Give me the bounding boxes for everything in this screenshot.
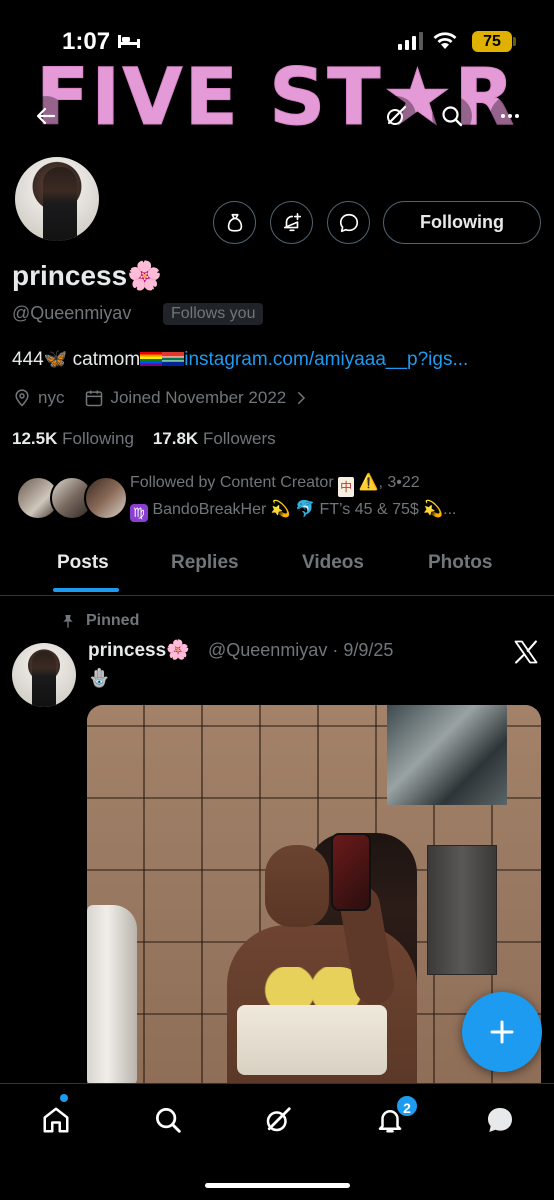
post-emoji-line: 🪬	[88, 668, 111, 688]
followed-by-line1-suffix: ⚠️, 3•22	[358, 474, 420, 491]
followed-by-line1: Followed by Content Creator	[130, 474, 334, 491]
profile-meta: nyc Joined November 2022	[12, 388, 310, 408]
arrow-left-icon	[36, 107, 56, 125]
followers-stat[interactable]: 17.8K Followers	[153, 429, 276, 448]
nav-grok[interactable]	[258, 1100, 298, 1140]
followers-label: Followers	[202, 429, 276, 448]
pinned-text: Pinned	[86, 612, 140, 629]
sleep-mode-icon	[118, 35, 140, 48]
chevron-right-icon[interactable]	[292, 389, 310, 407]
active-tab-indicator	[53, 588, 119, 592]
back-button[interactable]	[26, 96, 66, 136]
rainbow-flag-icon	[140, 352, 163, 366]
joined-date: Joined November 2022	[110, 388, 287, 407]
nav-messages[interactable]	[480, 1100, 520, 1140]
profile-header: FIVE ST★R	[0, 58, 554, 168]
bell-plus-icon	[283, 212, 301, 231]
following-button[interactable]: Following	[383, 201, 541, 244]
avatar-figure	[43, 167, 77, 241]
tab-videos[interactable]: Videos	[302, 552, 364, 574]
battery-indicator: 75	[472, 31, 512, 52]
search-icon	[442, 106, 463, 127]
grok-button[interactable]	[376, 96, 416, 136]
avatar-figure	[32, 651, 56, 707]
chat-bubble-icon	[488, 1108, 512, 1132]
user-handle: @Queenmiyav	[12, 303, 132, 323]
following-label: Following	[62, 429, 134, 448]
bio-text: 444🦋 catmom	[12, 349, 141, 370]
person-face	[265, 845, 329, 927]
more-options-button[interactable]	[490, 96, 530, 136]
plus-icon	[490, 1020, 514, 1044]
post-author-avatar[interactable]	[12, 643, 76, 707]
x-logo-icon[interactable]	[512, 638, 540, 666]
home-indicator	[205, 1183, 350, 1188]
compose-button[interactable]	[462, 992, 542, 1072]
post-author-name[interactable]: princess🌸	[88, 638, 190, 662]
pinned-label: Pinned	[60, 612, 139, 630]
notifications-toggle-button[interactable]	[270, 201, 313, 244]
white-top	[237, 1005, 387, 1075]
followed-by-line2: BandoBreakHer 💫 🐬 FT’s 45 & 75$ 💫...	[152, 501, 457, 518]
urinal	[87, 905, 137, 1085]
location-text: nyc	[38, 388, 65, 407]
wall-picture	[387, 705, 507, 805]
mutual-avatar	[84, 476, 128, 520]
post-meta: @Queenmiyav · 9/9/25	[208, 640, 394, 660]
following-count: 12.5K	[12, 429, 58, 448]
tip-button[interactable]	[213, 201, 256, 244]
search-button[interactable]	[432, 96, 472, 136]
ellipsis-icon	[501, 114, 519, 118]
virgo-icon: ♍	[130, 504, 148, 522]
tab-posts[interactable]: Posts	[57, 552, 109, 574]
pin-icon	[63, 615, 73, 628]
following-stat[interactable]: 12.5K Following	[12, 429, 134, 448]
followed-by-section[interactable]: Followed by Content Creator 中 ⚠️, 3•22 ♍…	[12, 470, 542, 530]
battery-nub	[513, 37, 516, 46]
nav-home[interactable]	[36, 1100, 76, 1140]
tab-photos[interactable]: Photos	[428, 552, 492, 574]
grok-icon	[387, 105, 407, 125]
mutual-avatars	[16, 476, 128, 522]
search-icon	[156, 1108, 181, 1133]
follow-stats: 12.5K Following 17.8K Followers	[12, 429, 276, 449]
display-name: princess🌸	[12, 260, 163, 291]
cellular-signal-icon	[398, 32, 423, 50]
grok-icon	[266, 1107, 291, 1132]
wifi-icon	[433, 32, 457, 49]
chat-bubble-icon	[339, 213, 358, 232]
phone	[331, 833, 371, 911]
location-pin-icon	[15, 389, 29, 407]
home-icon	[43, 1107, 69, 1133]
followers-count: 17.8K	[152, 429, 199, 448]
profile-avatar[interactable]	[12, 154, 102, 244]
status-time: 1:07	[62, 28, 111, 55]
south-africa-flag-icon	[162, 352, 185, 366]
notifications-badge: 2	[395, 1094, 419, 1118]
bio-link[interactable]: instagram.com/amiyaaa__p?igs...	[184, 349, 468, 370]
followed-by-text: Followed by Content Creator 中 ⚠️, 3•22 ♍…	[130, 470, 457, 523]
money-bag-icon	[227, 213, 242, 232]
profile-tabs: Posts Replies Videos Photos	[0, 540, 554, 596]
stall-door	[427, 845, 497, 975]
message-button[interactable]	[327, 201, 370, 244]
mahjong-tile-icon: 中	[338, 477, 355, 497]
calendar-icon	[86, 390, 103, 407]
tab-replies[interactable]: Replies	[171, 552, 239, 574]
follows-you-badge: Follows you	[163, 303, 264, 325]
nav-search[interactable]	[148, 1100, 188, 1140]
home-unread-dot	[60, 1094, 68, 1102]
profile-bio: 444🦋 catmom instagram.com/amiyaaa__p?igs.…	[12, 347, 468, 371]
